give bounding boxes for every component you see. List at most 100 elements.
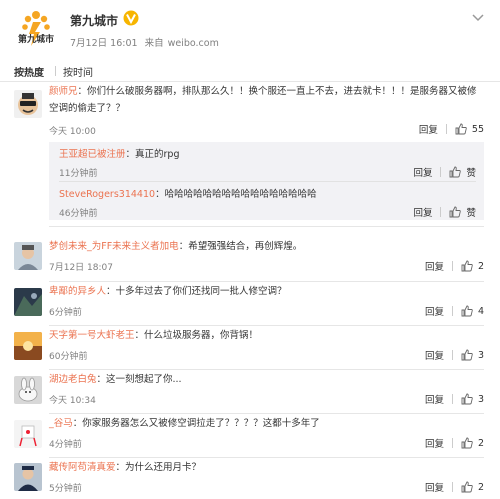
avatar[interactable] (14, 376, 42, 404)
source-prefix: 来自 (144, 38, 164, 49)
comment-body: ：你家服务器怎么又被修空调拉走了？？？？这都十多年了 (72, 418, 320, 429)
comment-body: ：你们什么破服务器啊，排队那么久！！换个服还一直上不去，进去就卡！！！是服务器又… (49, 86, 477, 114)
comment-actions: 回复 2 (425, 480, 484, 495)
like-button[interactable]: 3 (461, 393, 484, 405)
comment-text: 藏传阿苟清真爱：为什么还用月卡？ (49, 459, 485, 476)
thumbs-up-icon (450, 166, 462, 178)
action-separator (440, 167, 442, 177)
reply-time: 11分钟前 (59, 169, 98, 179)
avatar[interactable] (14, 463, 42, 491)
comment-item: 湖边老白兔：这一刻想起了你... 今天 10:34 回复 3 (0, 370, 500, 414)
post-date[interactable]: 7月12日 16:01 (70, 38, 138, 49)
action-separator (451, 394, 453, 404)
like-label: 赞 (466, 208, 476, 219)
comment-body: ：这一刻想起了你... (96, 374, 182, 385)
reply-button[interactable]: 回复 (413, 205, 432, 219)
chevron-down-icon[interactable] (472, 14, 484, 22)
thumbs-up-icon (461, 305, 473, 317)
like-button[interactable]: 3 (461, 349, 484, 361)
comment-user[interactable]: 藏传阿苟清真爱 (49, 462, 116, 473)
reply-actions: 回复 赞 (413, 205, 476, 219)
nested-reply: SteveRogers314410：哈哈哈哈哈哈哈哈哈哈哈哈哈哈哈哈 46分钟前… (59, 182, 476, 220)
comment-text: 天字第一号大虾老王：什么垃圾服务器，你背锅！ (49, 327, 485, 344)
avatar[interactable] (14, 420, 42, 448)
avatar[interactable] (14, 90, 42, 118)
comment-user[interactable]: 颜师兄 (49, 86, 78, 97)
sort-separator (55, 66, 56, 76)
comment-user[interactable]: 梦创未来_为FF未来主义者加电 (49, 241, 179, 252)
reply-button[interactable]: 回复 (425, 259, 444, 273)
reply-user[interactable]: SteveRogers314410 (59, 189, 155, 200)
comment-user[interactable]: _谷马 (49, 418, 73, 429)
like-button[interactable]: 55 (455, 123, 484, 135)
like-count: 2 (477, 481, 484, 493)
brand-logo-text: 第九城市 (17, 35, 54, 45)
action-separator (451, 438, 453, 448)
comment-item: 梦创未来_为FF未来主义者加电：希望强强结合，再创辉煌。 7月12日 18:07… (0, 234, 500, 282)
reply-button[interactable]: 回复 (425, 436, 444, 450)
like-button[interactable]: 赞 (449, 165, 476, 179)
like-count: 55 (471, 123, 484, 135)
comment-time: 今天 10:34 (49, 396, 96, 406)
comment-time: 60分钟前 (49, 352, 88, 362)
comment-item: _谷马：你家服务器怎么又被修空调拉走了？？？？这都十多年了 4分钟前 回复 2 (0, 414, 500, 458)
sort-by-hot[interactable]: 按热度 (14, 64, 44, 79)
comment-text: _谷马：你家服务器怎么又被修空调拉走了？？？？这都十多年了 (49, 415, 485, 432)
like-button[interactable]: 4 (461, 305, 484, 317)
comment-text: 颜师兄：你们什么破服务器啊，排队那么久！！换个服还一直上不去，进去就卡！！！是服… (49, 83, 485, 117)
comment-user[interactable]: 卑鄙的异乡人 (49, 286, 106, 297)
reply-button[interactable]: 回复 (425, 304, 444, 318)
comment-actions: 回复 4 (425, 304, 484, 319)
post-source[interactable]: weibo.com (168, 38, 219, 49)
comment-item: 卑鄙的异乡人：十多年过去了你们还找同一批人修空调？ 6分钟前 回复 4 (0, 282, 500, 326)
thumbs-up-icon (461, 437, 473, 449)
like-button[interactable]: 2 (461, 437, 484, 449)
action-separator (445, 124, 447, 134)
action-separator (451, 350, 453, 360)
reply-button[interactable]: 回复 (425, 480, 444, 494)
reply-time: 46分钟前 (59, 209, 98, 219)
reply-button[interactable]: 回复 (419, 122, 438, 136)
like-button[interactable]: 2 (461, 481, 484, 493)
like-count: 3 (477, 349, 484, 361)
reply-button[interactable]: 回复 (425, 392, 444, 406)
reply-button[interactable]: 回复 (413, 165, 432, 179)
like-button[interactable]: 赞 (449, 205, 476, 219)
comment-actions: 回复 2 (425, 436, 484, 451)
thumbs-up-icon (455, 123, 467, 135)
comment-actions: 回复 3 (425, 348, 484, 363)
account-name[interactable]: 第九城市 (70, 12, 118, 29)
like-button[interactable]: 2 (461, 260, 484, 272)
like-count: 3 (477, 393, 484, 405)
comment-time: 4分钟前 (49, 440, 82, 450)
avatar[interactable] (14, 288, 42, 316)
like-count: 4 (477, 305, 484, 317)
reply-user[interactable]: 王亚超已被注册 (59, 149, 126, 160)
comment-time: 6分钟前 (49, 308, 82, 318)
action-separator (440, 207, 442, 217)
avatar[interactable] (14, 242, 42, 270)
comment-actions: 回复 2 (425, 259, 484, 274)
action-separator (451, 306, 453, 316)
brand-logo[interactable]: 第九城市 (14, 8, 58, 50)
action-separator (451, 482, 453, 492)
reply-text: SteveRogers314410：哈哈哈哈哈哈哈哈哈哈哈哈哈哈哈哈 (59, 186, 317, 200)
sort-by-time[interactable]: 按时间 (63, 64, 93, 79)
comment-text: 湖边老白兔：这一刻想起了你... (49, 371, 485, 388)
like-label: 赞 (466, 168, 476, 179)
comment-user[interactable]: 湖边老白兔 (49, 374, 97, 385)
sort-bar: 按热度 按时间 (0, 60, 500, 82)
reply-text: 王亚超已被注册：真正的rpg (59, 146, 179, 160)
thumbs-up-icon (461, 393, 473, 405)
reply-body: ：哈哈哈哈哈哈哈哈哈哈哈哈哈哈哈哈 (155, 189, 317, 200)
reply-body: ：真正的rpg (125, 149, 180, 160)
verified-icon (123, 10, 139, 26)
thumbs-up-icon (461, 349, 473, 361)
reply-button[interactable]: 回复 (425, 348, 444, 362)
thumbs-up-icon (450, 206, 462, 218)
comment-item: 藏传阿苟清真爱：为什么还用月卡？ 5分钟前 回复 2 (0, 458, 500, 499)
thumbs-up-icon (461, 481, 473, 493)
comment-user[interactable]: 天字第一号大虾老王 (49, 330, 135, 341)
avatar[interactable] (14, 332, 42, 360)
like-count: 2 (477, 260, 484, 272)
